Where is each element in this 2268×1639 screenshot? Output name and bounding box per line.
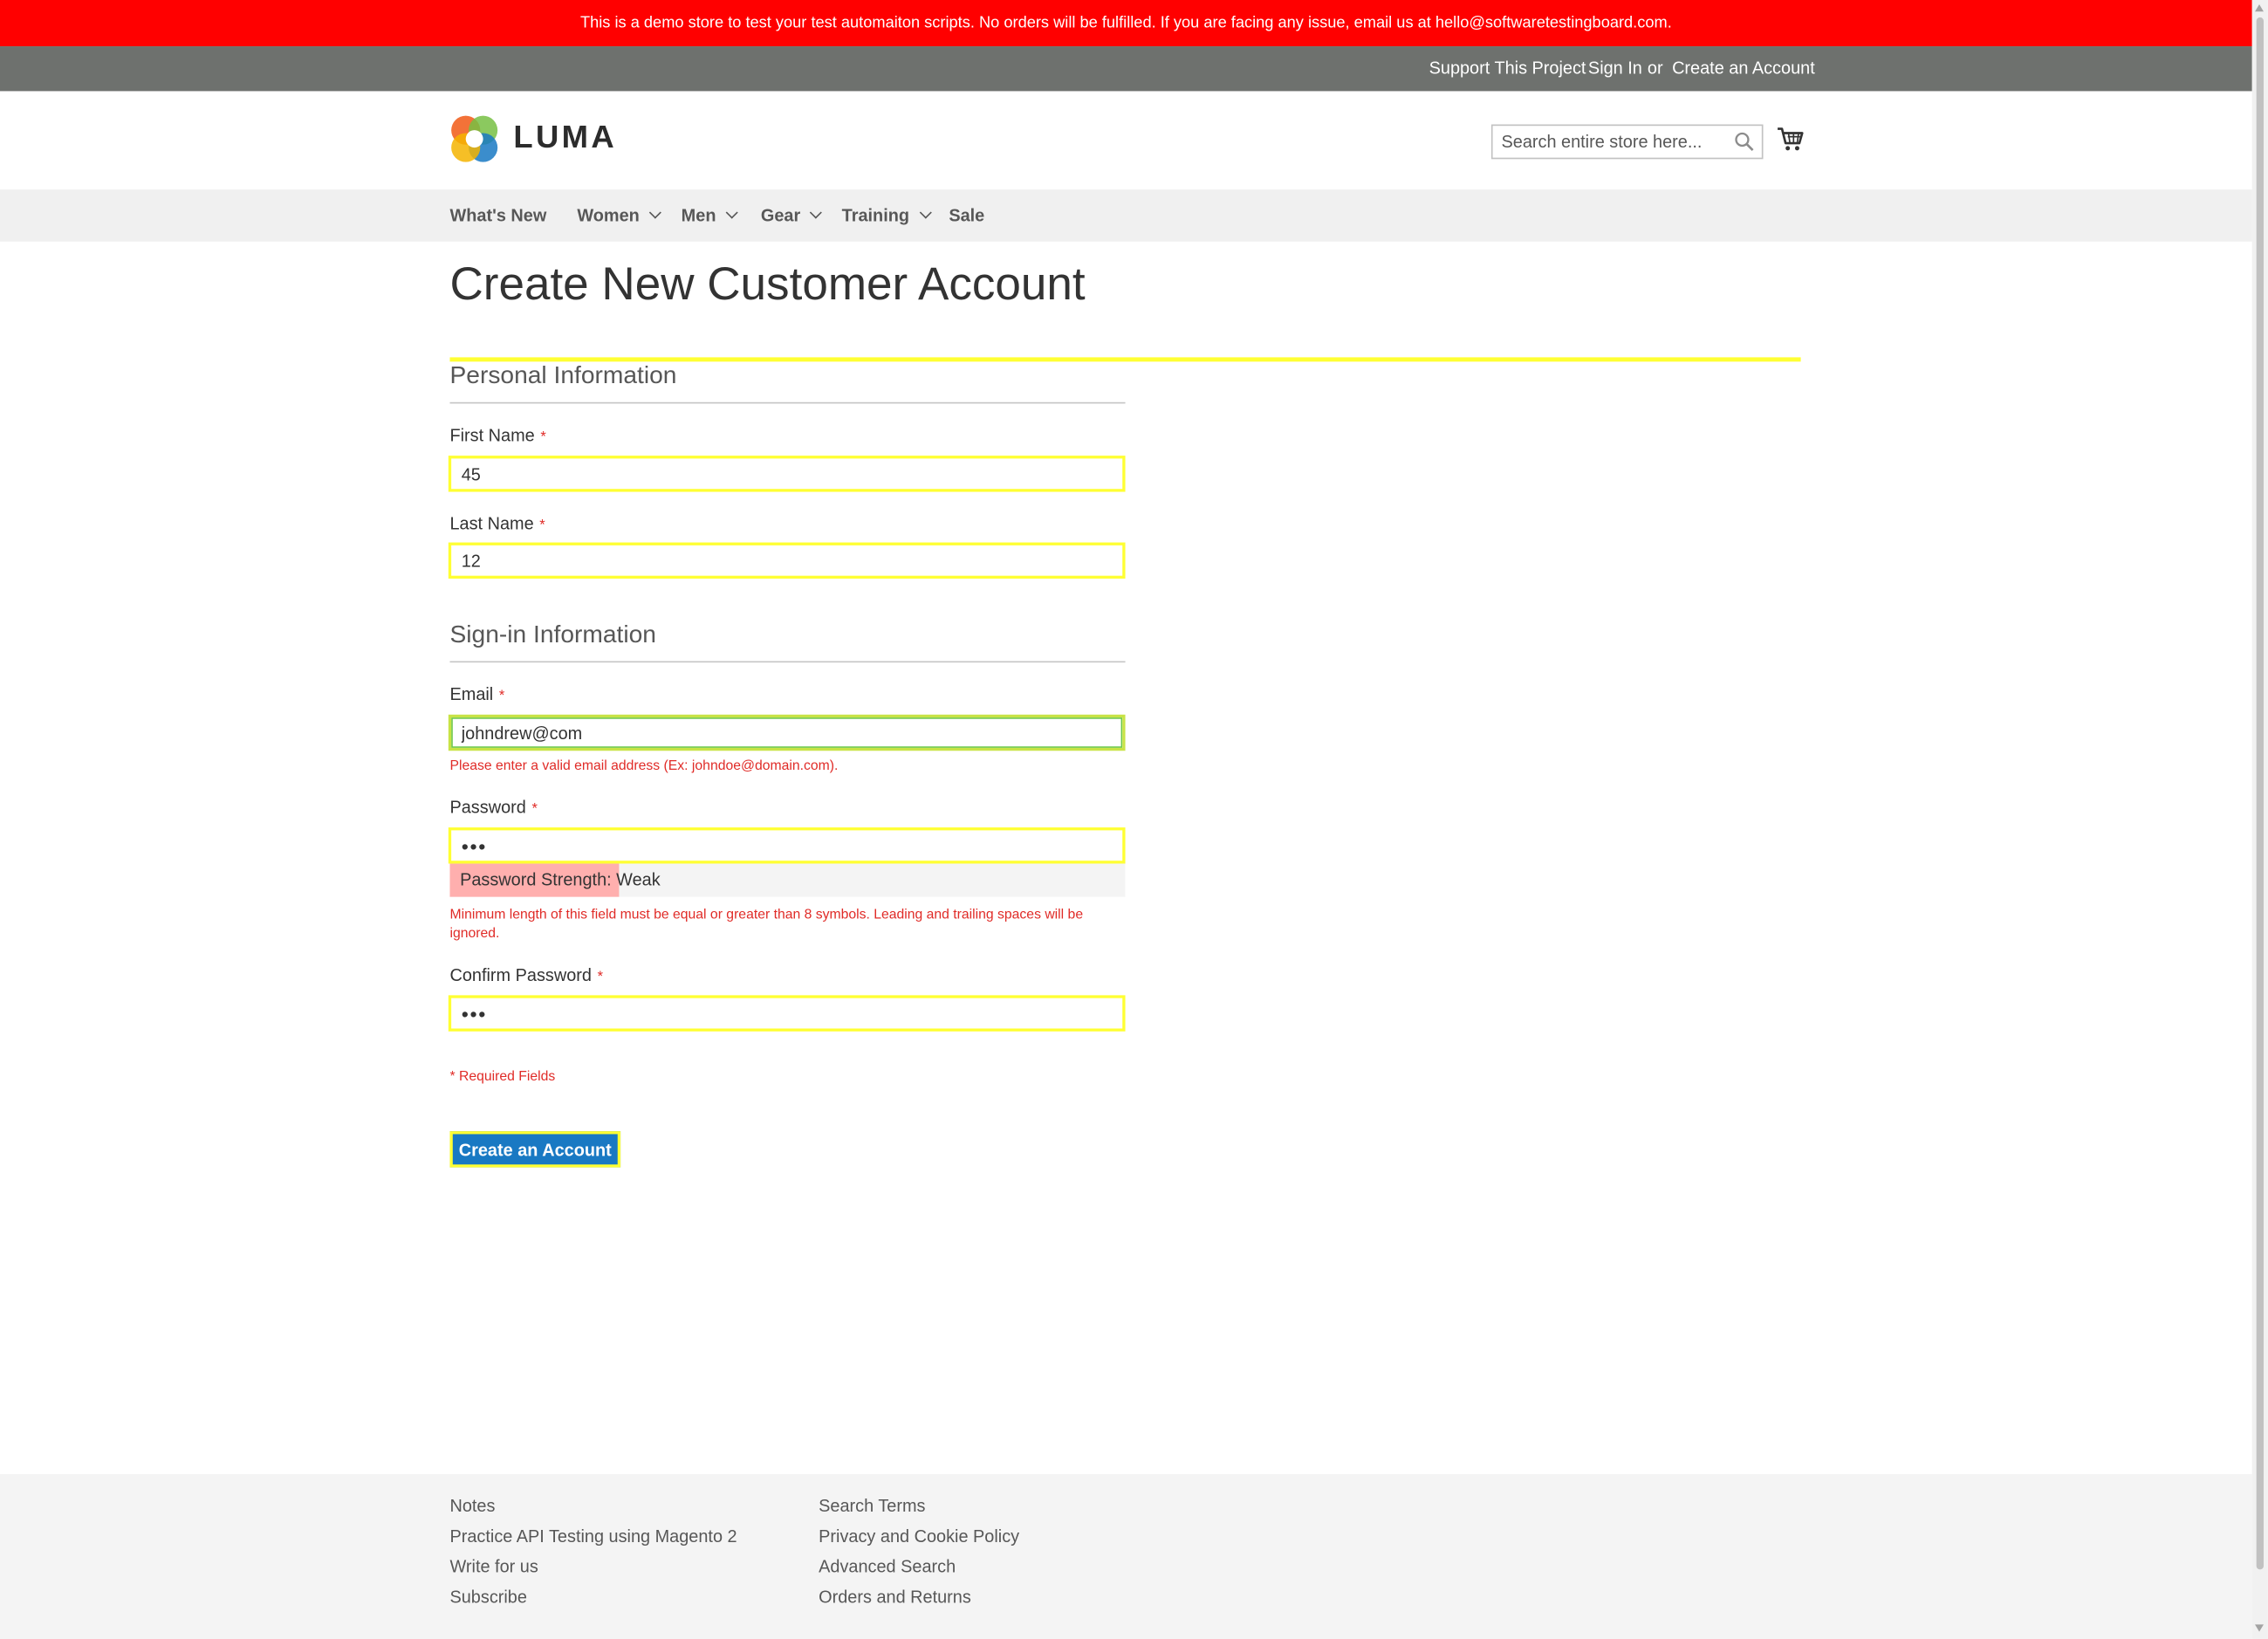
footer-link-privacy-policy[interactable]: Privacy and Cookie Policy (819, 1526, 1019, 1546)
footer-link-search-terms[interactable]: Search Terms (819, 1496, 925, 1516)
required-asterisk: * (498, 688, 505, 705)
password-error: Minimum length of this field must be equ… (449, 907, 1084, 943)
required-asterisk: * (531, 801, 538, 818)
footer-link-orders-returns[interactable]: Orders and Returns (819, 1587, 971, 1607)
chevron-down-icon (725, 206, 738, 219)
footer-link-subscribe[interactable]: Subscribe (449, 1587, 526, 1607)
signin-info-divider (449, 661, 1126, 663)
page-title: Create New Customer Account (449, 257, 1086, 310)
password-field[interactable] (448, 827, 1126, 864)
confirm-password-label-text: Confirm Password (449, 964, 592, 985)
chevron-down-icon (810, 206, 823, 219)
logo-text: LUMA (513, 118, 618, 155)
nav-item-women[interactable]: Women (577, 189, 662, 242)
footer: Notes Practice API Testing using Magento… (0, 1473, 2252, 1639)
search-icon[interactable] (1734, 132, 1754, 152)
create-account-button[interactable]: Create an Account (449, 1131, 621, 1168)
required-asterisk: * (539, 518, 545, 534)
footer-link-notes[interactable]: Notes (449, 1496, 495, 1516)
footer-link-advanced-search[interactable]: Advanced Search (819, 1556, 956, 1576)
vertical-scrollbar[interactable] (2251, 0, 2268, 1639)
luma-logo-icon (451, 115, 498, 162)
footer-link-write-for-us[interactable]: Write for us (449, 1556, 538, 1576)
password-strength-meter: Password Strength: Weak (449, 863, 1126, 897)
cart-icon[interactable] (1776, 125, 1805, 154)
required-fields-note: * Required Fields (449, 1068, 556, 1086)
search-input[interactable] (1492, 126, 1733, 158)
nav-item-sale[interactable]: Sale (949, 189, 984, 242)
demo-notice-banner: This is a demo store to test your test a… (0, 0, 2252, 47)
email-label: Email * (449, 684, 504, 704)
password-strength-label: Password Strength: Weak (460, 869, 661, 890)
nav-item-men[interactable]: Men (681, 189, 738, 242)
footer-link-api-testing[interactable]: Practice API Testing using Magento 2 (449, 1526, 737, 1546)
confirm-password-label: Confirm Password * (449, 965, 603, 985)
or-separator: or (1647, 58, 1663, 79)
signin-info-title: Sign-in Information (449, 621, 656, 648)
nav-item-label: Sale (949, 205, 985, 226)
nav-item-label: Training (841, 205, 910, 226)
required-asterisk: * (597, 969, 604, 985)
email-error: Please enter a valid email address (Ex: … (449, 758, 839, 774)
store-logo[interactable]: LUMA (449, 114, 614, 163)
scroll-down-icon[interactable] (2255, 1624, 2264, 1632)
main-navigation: What's New Women Men Gear Training Sale (0, 189, 2252, 242)
create-account-link[interactable]: Create an Account (1672, 46, 1815, 91)
nav-item-label: Men (681, 205, 716, 226)
nav-item-whats-new[interactable]: What's New (449, 189, 546, 242)
password-label: Password * (449, 797, 537, 817)
header-panel: Support This Project Sign In or Create a… (0, 46, 2252, 92)
nav-item-label: What's New (449, 205, 547, 226)
scrollbar-thumb[interactable] (2256, 17, 2264, 1570)
chevron-down-icon (649, 206, 662, 219)
nav-item-label: Women (577, 205, 640, 226)
first-name-field[interactable] (448, 456, 1126, 492)
demo-notice-text: This is a demo store to test your test a… (579, 14, 1672, 32)
last-name-label-text: Last Name (449, 513, 534, 534)
page: This is a demo store to test your test a… (0, 0, 2268, 1639)
personal-info-divider (449, 401, 1126, 404)
support-project-link[interactable]: Support This Project (1429, 46, 1586, 91)
confirm-password-field[interactable] (448, 995, 1126, 1032)
email-label-text: Email (449, 683, 494, 705)
chevron-down-icon (919, 206, 932, 219)
sign-in-link[interactable]: Sign In (1588, 46, 1642, 91)
first-name-label-text: First Name (449, 425, 535, 446)
password-label-text: Password (449, 797, 526, 818)
personal-info-title: Personal Information (449, 361, 677, 389)
nav-item-label: Gear (760, 205, 801, 226)
first-name-label: First Name * (449, 425, 545, 445)
search-box (1490, 124, 1764, 160)
nav-item-gear[interactable]: Gear (760, 189, 823, 242)
last-name-label: Last Name * (449, 513, 545, 533)
scroll-up-icon[interactable] (2255, 3, 2264, 12)
nav-item-training[interactable]: Training (841, 189, 932, 242)
email-field[interactable] (448, 714, 1126, 751)
required-asterisk: * (540, 429, 546, 446)
last-name-field[interactable] (448, 542, 1126, 579)
